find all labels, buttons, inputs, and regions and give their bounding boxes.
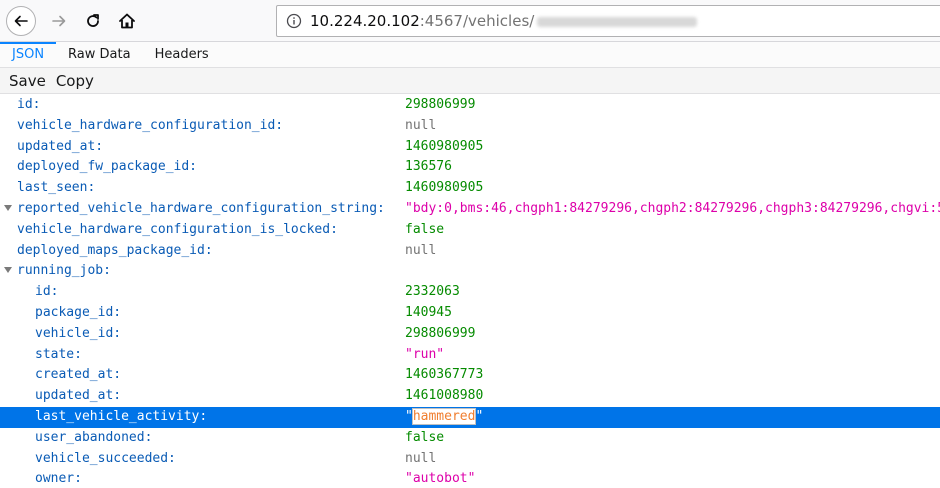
viewer-tabs: JSON Raw Data Headers — [0, 42, 940, 68]
json-row[interactable]: deployed_fw_package_id: 136576 — [0, 157, 940, 178]
json-key: user_abandoned: — [35, 429, 153, 445]
json-value: 136576 — [405, 159, 452, 175]
json-key: updated_at: — [17, 138, 104, 154]
tab-json[interactable]: JSON — [0, 42, 57, 68]
json-row[interactable]: vehicle_hardware_configuration_is_locked… — [0, 220, 940, 241]
json-value: "hammered" — [405, 407, 484, 425]
json-key: deployed_fw_package_id: — [17, 159, 198, 175]
forward-button[interactable] — [44, 6, 74, 36]
json-tree: id: 298806999 vehicle_hardware_configurati… — [0, 95, 940, 488]
json-value: 1460980905 — [405, 138, 484, 154]
tab-headers[interactable]: Headers — [143, 42, 221, 68]
json-value: "bdy:0,bms:46,chgph1:84279296,chgph2:842… — [405, 200, 940, 216]
reload-icon — [87, 14, 99, 27]
json-key: deployed_maps_package_id: — [17, 242, 213, 258]
address-bar[interactable]: 10.224.20.102:4567/vehicles/ — [276, 5, 940, 37]
json-key: state: — [35, 346, 82, 362]
json-row[interactable]: id: 2332063 — [0, 282, 940, 303]
json-value: false — [405, 221, 445, 237]
json-key: package_id: — [35, 304, 122, 320]
json-value: 1460367773 — [405, 367, 484, 383]
json-key: vehicle_succeeded: — [35, 450, 176, 466]
json-value: "autobot" — [405, 471, 476, 487]
json-row[interactable]: state: "run" — [0, 345, 940, 366]
json-key: vehicle_hardware_configuration_id: — [17, 117, 284, 133]
json-key: reported_vehicle_hardware_configuration_… — [17, 200, 385, 216]
json-key: last_seen: — [17, 180, 96, 196]
home-button[interactable] — [112, 6, 142, 36]
json-value: 1461008980 — [405, 388, 484, 404]
url-host: 10.224.20.102 — [310, 12, 420, 30]
json-row[interactable]: updated_at: 1461008980 — [0, 386, 940, 407]
json-row[interactable]: reported_vehicle_hardware_configuration_… — [0, 199, 940, 220]
info-icon[interactable] — [286, 13, 302, 29]
url-redacted-segment — [537, 16, 698, 27]
json-row[interactable]: created_at: 1460367773 — [0, 365, 940, 386]
url-text: 10.224.20.102:4567/vehicles/ — [310, 12, 698, 30]
highlighted-value: hammered — [411, 407, 477, 425]
home-icon — [119, 13, 135, 29]
json-row[interactable]: updated_at: 1460980905 — [0, 137, 940, 158]
json-key: vehicle_hardware_configuration_is_locked… — [17, 221, 338, 237]
json-value: null — [405, 450, 437, 466]
json-value: 298806999 — [405, 325, 476, 341]
json-value: 140945 — [405, 304, 452, 320]
copy-button[interactable]: Copy — [51, 69, 99, 93]
reload-button[interactable] — [78, 6, 108, 36]
browser-toolbar: 10.224.20.102:4567/vehicles/ — [0, 0, 940, 42]
json-key: updated_at: — [35, 388, 122, 404]
expand-toggle-icon[interactable] — [4, 267, 12, 274]
json-value: null — [405, 242, 437, 258]
tab-raw-data[interactable]: Raw Data — [56, 42, 143, 68]
json-actions-bar: Save Copy — [0, 68, 940, 94]
json-row[interactable]: owner: "autobot" — [0, 469, 940, 488]
back-arrow-icon — [14, 15, 28, 27]
json-row[interactable]: vehicle_hardware_configuration_id: null — [0, 116, 940, 137]
json-value: 2332063 — [405, 284, 460, 300]
json-row[interactable]: last_vehicle_activity: "hammered" — [0, 406, 940, 428]
json-row[interactable]: deployed_maps_package_id: null — [0, 241, 940, 262]
json-row[interactable]: user_abandoned: false — [0, 428, 940, 449]
json-row[interactable]: running_job: — [0, 261, 940, 282]
json-key: id: — [35, 284, 59, 300]
json-value: "run" — [405, 346, 445, 362]
json-row[interactable]: package_id: 140945 — [0, 303, 940, 324]
json-value: null — [405, 117, 437, 133]
json-key: id: — [17, 97, 41, 112]
json-key: last_vehicle_activity: — [35, 408, 208, 424]
json-key: created_at: — [35, 367, 122, 383]
json-row[interactable]: vehicle_id: 298806999 — [0, 324, 940, 345]
json-row[interactable]: id: 298806999 — [0, 95, 940, 116]
json-value: 1460980905 — [405, 180, 484, 196]
json-key: vehicle_id: — [35, 325, 122, 341]
back-button[interactable] — [6, 6, 36, 36]
url-path: :4567/vehicles/ — [419, 12, 535, 30]
json-row[interactable]: vehicle_succeeded: null — [0, 449, 940, 470]
json-key: owner: — [35, 471, 82, 487]
json-key: running_job: — [17, 263, 111, 279]
save-button[interactable]: Save — [4, 69, 51, 93]
expand-toggle-icon[interactable] — [4, 204, 12, 211]
forward-arrow-icon — [52, 15, 66, 27]
json-row[interactable]: last_seen: 1460980905 — [0, 178, 940, 199]
json-value: 298806999 — [405, 97, 476, 112]
json-value: false — [405, 429, 445, 445]
